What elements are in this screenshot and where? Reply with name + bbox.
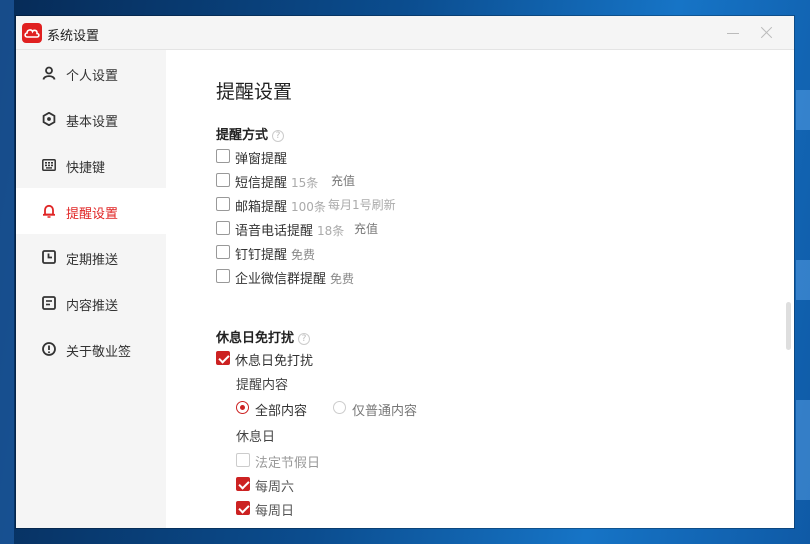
option-label-text: 语音电话提醒 bbox=[235, 224, 314, 239]
desktop-light-beam bbox=[796, 400, 810, 500]
recharge-link[interactable]: 充值 bbox=[331, 172, 355, 189]
checkbox[interactable] bbox=[216, 245, 230, 259]
sidebar-item-label: 关于敬业签 bbox=[66, 345, 132, 360]
option-label-text: 短信提醒 bbox=[235, 176, 288, 191]
checkbox[interactable] bbox=[216, 197, 230, 211]
checkbox[interactable] bbox=[216, 221, 230, 235]
option-label: 钉钉提醒 免费 bbox=[235, 244, 315, 263]
option-label: 短信提醒 15条 bbox=[235, 172, 318, 191]
sidebar: 个人设置 基本设置 快捷键 提醒设置 定期推送 内容推送 关于敬业签 bbox=[16, 50, 166, 528]
close-button[interactable] bbox=[754, 21, 780, 45]
free-note: 免费 bbox=[330, 272, 355, 286]
sidebar-item-label: 提醒设置 bbox=[66, 207, 119, 222]
gear-icon bbox=[42, 112, 56, 126]
sidebar-item-content-push[interactable]: 内容推送 bbox=[16, 280, 166, 326]
option-label: 邮箱提醒 100条 bbox=[235, 196, 326, 215]
checkbox-checked[interactable] bbox=[236, 477, 250, 491]
checkbox-checked[interactable] bbox=[236, 501, 250, 515]
sidebar-item-reminders[interactable]: 提醒设置 bbox=[16, 188, 166, 234]
desktop-light-beam bbox=[796, 90, 810, 130]
radio-checked[interactable] bbox=[236, 401, 249, 414]
info-icon bbox=[42, 342, 56, 356]
question-icon[interactable]: ? bbox=[298, 333, 311, 345]
minimize-button[interactable] bbox=[720, 21, 746, 45]
option-email-reminder[interactable]: 邮箱提醒 100条 每月1号刷新 bbox=[216, 195, 456, 215]
clock-icon bbox=[42, 250, 56, 264]
question-icon[interactable]: ? bbox=[272, 130, 285, 142]
option-label-text: 钉钉提醒 bbox=[235, 248, 288, 263]
section-title-text: 休息日免打扰 bbox=[216, 331, 295, 346]
desktop-light-beam bbox=[796, 260, 810, 300]
option-label: 语音电话提醒 18条 bbox=[235, 220, 344, 239]
title-bar[interactable]: 系统设置 bbox=[16, 16, 794, 50]
option-label: 企业微信群提醒 免费 bbox=[235, 268, 354, 287]
radio-label: 仅普通内容 bbox=[352, 404, 418, 419]
option-label-text: 邮箱提醒 bbox=[235, 200, 288, 215]
free-note: 免费 bbox=[291, 248, 316, 262]
sidebar-item-label: 快捷键 bbox=[66, 161, 106, 176]
scrollbar[interactable] bbox=[782, 50, 792, 528]
rest-days-label: 休息日 bbox=[236, 430, 276, 445]
scrollbar-thumb[interactable] bbox=[786, 302, 791, 350]
section-title-reminder-methods: 提醒方式? bbox=[216, 124, 285, 143]
keyboard-icon bbox=[42, 159, 56, 171]
option-label: 每周六 bbox=[255, 480, 295, 495]
quota-note: 100条 bbox=[291, 200, 326, 214]
sidebar-item-label: 定期推送 bbox=[66, 253, 119, 268]
window-title: 系统设置 bbox=[47, 29, 100, 44]
sidebar-item-about[interactable]: 关于敬业签 bbox=[16, 326, 166, 372]
option-label: 每周日 bbox=[255, 504, 295, 519]
desktop-light-beam bbox=[0, 0, 14, 544]
document-icon bbox=[42, 296, 56, 310]
sidebar-item-label: 个人设置 bbox=[66, 69, 119, 84]
option-label: 休息日免打扰 bbox=[235, 354, 314, 369]
sidebar-item-shortcuts[interactable]: 快捷键 bbox=[16, 142, 166, 188]
checkbox[interactable] bbox=[216, 149, 230, 163]
radio-label: 全部内容 bbox=[255, 404, 308, 419]
checkbox[interactable] bbox=[236, 453, 250, 467]
user-icon bbox=[42, 66, 56, 80]
reminder-content-label: 提醒内容 bbox=[236, 378, 289, 393]
bell-icon bbox=[43, 204, 55, 218]
settings-window: 系统设置 个人设置 基本设置 快捷键 提醒设置 定期推送 内容推送 关于敬业签 … bbox=[16, 16, 794, 528]
option-label-text: 企业微信群提醒 bbox=[235, 272, 327, 287]
recharge-link[interactable]: 充值 bbox=[354, 220, 378, 237]
option-label: 法定节假日 bbox=[255, 456, 321, 471]
checkbox[interactable] bbox=[216, 269, 230, 283]
sidebar-item-personal[interactable]: 个人设置 bbox=[16, 50, 166, 96]
page-title: 提醒设置 bbox=[216, 81, 293, 103]
sidebar-item-label: 内容推送 bbox=[66, 299, 119, 314]
checkbox[interactable] bbox=[216, 173, 230, 187]
section-title-dnd: 休息日免打扰? bbox=[216, 327, 311, 346]
app-logo-icon bbox=[22, 23, 42, 43]
main-content: 提醒设置 提醒方式? 弹窗提醒 短信提醒 15条 充值 邮箱提醒 100条 每月1号… bbox=[166, 50, 794, 528]
option-label: 弹窗提醒 bbox=[235, 152, 288, 167]
checkbox-checked[interactable] bbox=[216, 351, 230, 365]
refresh-note: 每月1号刷新 bbox=[328, 198, 396, 212]
quota-note: 15条 bbox=[291, 176, 319, 190]
option-sms-reminder[interactable]: 短信提醒 15条 充值 bbox=[216, 171, 416, 191]
section-title-text: 提醒方式 bbox=[216, 128, 269, 143]
radio[interactable] bbox=[333, 401, 346, 414]
sidebar-item-label: 基本设置 bbox=[66, 115, 119, 130]
option-voice-call-reminder[interactable]: 语音电话提醒 18条 充值 bbox=[216, 219, 416, 239]
quota-note: 18条 bbox=[317, 224, 345, 238]
sidebar-item-basic[interactable]: 基本设置 bbox=[16, 96, 166, 142]
sidebar-item-scheduled-push[interactable]: 定期推送 bbox=[16, 234, 166, 280]
